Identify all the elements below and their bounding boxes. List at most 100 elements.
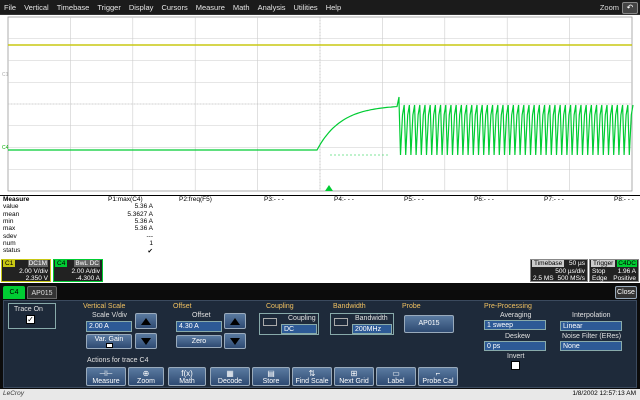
row-label: mean <box>3 210 20 218</box>
menu-display[interactable]: Display <box>125 3 158 12</box>
row-label: sdev <box>3 232 17 240</box>
menu-measure[interactable]: Measure <box>192 3 229 12</box>
var-gain-checkbox[interactable] <box>105 343 113 348</box>
probe-cal-icon: ⌐ <box>435 369 441 378</box>
trigger-slope: Positive <box>613 275 636 282</box>
var-gain-button[interactable]: Var. Gain <box>86 334 132 349</box>
coupling-value[interactable]: DC <box>281 324 317 334</box>
p1-value: --- <box>146 232 154 240</box>
c1-tag: C1 <box>3 260 16 267</box>
offset-down-arrow-icon[interactable] <box>224 333 246 349</box>
find-scale-action-button[interactable]: ⇅ Find Scale <box>292 367 332 386</box>
p4-header[interactable]: P4:- - - <box>334 196 354 203</box>
offset-field[interactable]: 4.30 A <box>176 321 222 332</box>
probe-button[interactable]: AP015 <box>404 315 454 333</box>
timebase-label: Timebase <box>532 260 565 267</box>
scale-field[interactable]: 2.00 A <box>86 321 132 332</box>
tab-ap015[interactable]: AP015 <box>27 286 57 299</box>
row-label: value <box>3 203 19 211</box>
p1-value: 5.36 A <box>134 217 153 225</box>
c1-offset: 2.350 V <box>25 275 48 282</box>
menu-trigger[interactable]: Trigger <box>93 3 124 12</box>
c1-descriptor[interactable]: C1 DC1M 2.00 V/div 2.350 V <box>1 259 51 282</box>
c4-descriptor[interactable]: C4 BwL DC 2.00 A/div -4.300 A <box>53 259 103 282</box>
math-action-label: Math <box>179 378 195 385</box>
menu-help[interactable]: Help <box>322 3 345 12</box>
tab-c4[interactable]: C4 <box>3 286 25 299</box>
measure-action-label: Measure <box>92 378 120 385</box>
measure-row: num 1 <box>0 240 640 247</box>
invert-checkbox[interactable] <box>511 361 520 370</box>
p3-header[interactable]: P3:- - - <box>264 196 284 203</box>
menu-vertical[interactable]: Vertical <box>20 3 53 12</box>
timebase-descriptor[interactable]: Timebase 50 µs 500 µs/div 2.5 MS 500 MS/… <box>530 259 588 282</box>
timebase-per-div: 500 µs/div <box>555 268 585 275</box>
trace-on-checkbox[interactable]: ✓ <box>26 315 35 324</box>
trigger-mode: Stop <box>592 268 606 275</box>
waveform-grid[interactable]: C1 C4 <box>0 15 640 195</box>
menu-utilities[interactable]: Utilities <box>290 3 322 12</box>
label-icon: ▭ <box>392 369 400 378</box>
offset-up-arrow-icon[interactable] <box>224 313 246 329</box>
bandwidth-value[interactable]: 200MHz <box>352 324 392 334</box>
probe-title: Probe <box>402 303 421 310</box>
c1-mode: DC1M <box>27 260 48 267</box>
store-action-button[interactable]: ▤ Store <box>252 367 290 386</box>
math-icon: f(x) <box>181 369 193 378</box>
measure-row: mean 5.3627 A <box>0 211 640 218</box>
p1-value: 1 <box>149 239 153 247</box>
p1-header[interactable]: P1:max(C4) <box>108 196 143 203</box>
bandwidth-control[interactable]: Bandwidth 200MHz <box>330 313 394 335</box>
zoom-area: Zoom ↶ <box>600 1 638 14</box>
measure-table[interactable]: Measure P1:max(C4) P2:freq(F5) P3:- - - … <box>0 196 640 258</box>
interpolation-field[interactable]: Linear <box>560 321 622 331</box>
c4-offset: -4.300 A <box>75 275 100 282</box>
menu-cursors[interactable]: Cursors <box>157 3 191 12</box>
averaging-label: Averaging <box>500 312 532 319</box>
probe-cal-action-label: Probe Cal <box>422 378 454 385</box>
coupling-icon <box>263 318 277 326</box>
zero-button[interactable]: Zero <box>176 335 222 348</box>
deskew-field[interactable]: 0 ps <box>484 341 546 351</box>
trigger-type: Edge <box>592 275 608 282</box>
menu-file[interactable]: File <box>0 3 20 12</box>
row-label: min <box>3 217 14 225</box>
p8-header[interactable]: P8:- - - <box>614 196 634 203</box>
menu-timebase[interactable]: Timebase <box>53 3 94 12</box>
measure-row: max 5.36 A <box>0 225 640 232</box>
row-label: status <box>3 247 21 255</box>
coupling-control[interactable]: Coupling DC <box>259 313 319 335</box>
menu-analysis[interactable]: Analysis <box>254 3 290 12</box>
measure-row: value 5.36 A <box>0 203 640 210</box>
find-scale-action-label: Find Scale <box>295 378 329 385</box>
p7-header[interactable]: P7:- - - <box>544 196 564 203</box>
zoom-action-button[interactable]: ⊕ Zoom <box>128 367 164 386</box>
offset-title: Offset <box>173 303 192 310</box>
close-button[interactable]: Close <box>615 286 637 299</box>
p2-header[interactable]: P2:freq(F5) <box>179 196 212 203</box>
measure-icon: ⊣⊢ <box>99 369 113 378</box>
decode-action-button[interactable]: ▦ Decode <box>210 367 250 386</box>
label-action-button[interactable]: ▭ Label <box>376 367 416 386</box>
averaging-field[interactable]: 1 sweep <box>484 320 546 330</box>
p5-header[interactable]: P5:- - - <box>404 196 424 203</box>
next-grid-action-button[interactable]: ⊞ Next Grid <box>334 367 374 386</box>
noise-filter-field[interactable]: None <box>560 341 622 351</box>
scale-label: Scale V/div <box>92 312 128 319</box>
measure-action-button[interactable]: ⊣⊢ Measure <box>86 367 126 386</box>
trace-on-box: Trace On ✓ <box>8 303 56 329</box>
math-action-button[interactable]: f(x) Math <box>168 367 206 386</box>
probe-cal-action-button[interactable]: ⌐ Probe Cal <box>418 367 458 386</box>
scale-up-arrow-icon[interactable] <box>135 313 157 329</box>
undo-zoom-button[interactable]: ↶ <box>622 1 638 14</box>
bandwidth-label: Bandwidth <box>355 315 388 322</box>
noise-filter-label: Noise Filter (ERes) <box>562 333 622 340</box>
deskew-label: Deskew <box>505 333 530 340</box>
trigger-descriptor[interactable]: Trigger C4DC Stop 1.96 A Edge Positive <box>589 259 639 282</box>
scale-down-arrow-icon[interactable] <box>135 333 157 349</box>
c1-ground-marker: C1 <box>2 72 9 78</box>
menu-math[interactable]: Math <box>229 3 254 12</box>
c1-vdiv: 2.00 V/div <box>19 268 48 275</box>
p6-header[interactable]: P6:- - - <box>474 196 494 203</box>
p1-status: ✔ <box>147 248 153 256</box>
